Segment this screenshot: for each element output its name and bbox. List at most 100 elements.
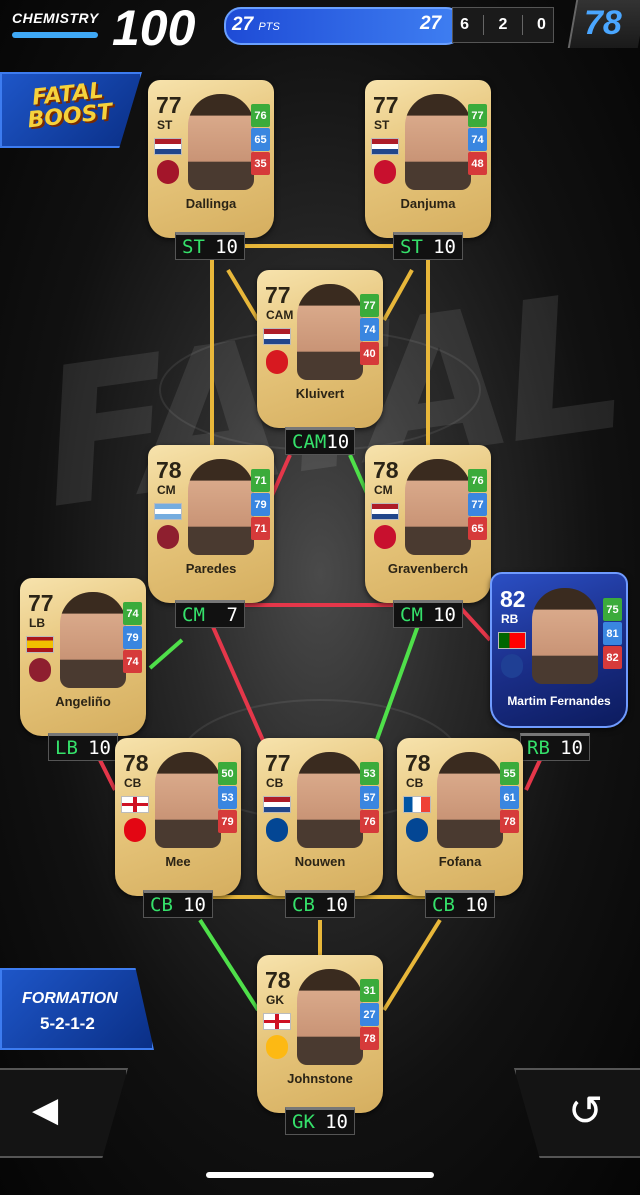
player-name: Gravenberch xyxy=(387,561,469,576)
stat-value: 71 xyxy=(251,517,270,540)
tag-chemistry: 10 xyxy=(433,236,456,258)
tag-position: CM xyxy=(400,604,423,626)
player-position: CB xyxy=(124,776,142,790)
player-stats: 50 53 79 xyxy=(218,762,237,834)
nation-flag-icon xyxy=(26,636,54,653)
player-card-paredes[interactable]: 78 CM 71 79 71 Paredes xyxy=(148,445,274,603)
tag-position: CM xyxy=(182,604,205,626)
stat-value: 79 xyxy=(218,810,237,833)
nation-flag-icon xyxy=(154,503,182,520)
stat-value: 27 xyxy=(360,1003,379,1026)
player-stats: 74 79 74 xyxy=(123,602,142,674)
player-card-angelino[interactable]: 77 LB 74 79 74 Angeliño xyxy=(20,578,146,736)
stat-value: 76 xyxy=(251,104,270,127)
player-name: Fofana xyxy=(438,854,482,869)
tag-chemistry: 7 xyxy=(226,604,238,626)
points-right-value: 27 xyxy=(420,13,442,34)
club-badge-icon xyxy=(157,160,179,184)
nation-flag-icon xyxy=(263,328,291,345)
player-card-mee[interactable]: 78 CB 50 53 79 Mee xyxy=(115,738,241,896)
stat-value: 40 xyxy=(360,342,379,365)
home-indicator xyxy=(206,1172,434,1178)
player-portrait xyxy=(405,94,471,190)
stat-value: 79 xyxy=(251,493,270,516)
stat-value: 50 xyxy=(218,762,237,785)
tag-position: CAM xyxy=(292,431,327,453)
club-badge-icon xyxy=(29,658,51,682)
count-2: 2 xyxy=(498,16,508,33)
player-name: Dallinga xyxy=(185,196,237,211)
stat-value: 53 xyxy=(360,762,379,785)
stat-value: 81 xyxy=(603,622,622,645)
player-card-fernandes[interactable]: 82 RB 75 81 82 Martim Fernandes xyxy=(490,572,628,728)
formation-value: 5-2-1-2 xyxy=(40,1014,95,1033)
player-portrait xyxy=(297,752,363,848)
tag-position: ST xyxy=(182,236,205,258)
position-tag-johnstone: GK 10 xyxy=(285,1107,355,1135)
player-name: Paredes xyxy=(185,561,237,576)
player-portrait xyxy=(297,284,363,380)
player-stats: 77 74 48 xyxy=(468,104,487,176)
player-stats: 71 79 71 xyxy=(251,469,270,541)
chemistry-link xyxy=(373,619,422,746)
player-rating: 78 xyxy=(265,967,291,993)
player-card-dallinga[interactable]: 77 ST 76 65 35 Dallinga xyxy=(148,80,274,238)
stat-value: 79 xyxy=(123,626,142,649)
tag-chemistry: 10 xyxy=(325,1111,348,1133)
chemistry-bar xyxy=(12,32,98,38)
stat-value: 74 xyxy=(360,318,379,341)
position-tag-gravenberch: CM 10 xyxy=(393,600,463,628)
player-card-fofana[interactable]: 78 CB 55 61 78 Fofana xyxy=(397,738,523,896)
club-badge-icon xyxy=(406,818,428,842)
player-card-gravenberch[interactable]: 78 CM 76 77 65 Gravenberch xyxy=(365,445,491,603)
player-portrait xyxy=(297,969,363,1065)
player-portrait xyxy=(437,752,503,848)
player-rating: 78 xyxy=(123,750,149,776)
player-card-danjuma[interactable]: 77 ST 77 74 48 Danjuma xyxy=(365,80,491,238)
player-stats: 77 74 40 xyxy=(360,294,379,366)
player-stats: 76 65 35 xyxy=(251,104,270,176)
divider xyxy=(521,15,523,35)
stat-value: 74 xyxy=(123,602,142,625)
chemistry-link xyxy=(524,759,542,791)
position-tag-kluivert: CAM 10 xyxy=(285,427,355,455)
tag-chemistry: 10 xyxy=(183,894,206,916)
stat-value: 78 xyxy=(360,1027,379,1050)
player-name: Kluivert xyxy=(295,386,345,401)
player-card-johnstone[interactable]: 78 GK 31 27 78 Johnstone xyxy=(257,955,383,1113)
club-badge-icon xyxy=(374,525,396,549)
points-label: 27 PTS xyxy=(232,14,280,36)
formation-button[interactable] xyxy=(0,968,154,1050)
tag-chemistry: 10 xyxy=(433,604,456,626)
position-tag-fernandes: RB 10 xyxy=(520,733,590,761)
player-stats: 55 61 78 xyxy=(500,762,519,834)
tag-position: CB xyxy=(150,894,173,916)
player-card-nouwen[interactable]: 77 CB 53 57 76 Nouwen xyxy=(257,738,383,896)
stat-value: 65 xyxy=(251,128,270,151)
player-portrait xyxy=(188,94,254,190)
player-portrait xyxy=(155,752,221,848)
player-name: Martim Fernandes xyxy=(507,694,611,708)
tag-position: LB xyxy=(55,737,78,759)
tag-position: RB xyxy=(527,737,550,759)
player-rating: 78 xyxy=(405,750,431,776)
chemistry-label: CHEMISTRY xyxy=(12,10,99,26)
count-3: 0 xyxy=(536,16,546,33)
nation-flag-icon xyxy=(403,796,431,813)
tag-position: CB xyxy=(432,894,455,916)
stat-value: 65 xyxy=(468,517,487,540)
counts-box: 6 2 0 xyxy=(452,7,554,43)
player-rating: 82 xyxy=(500,586,526,612)
player-name: Nouwen xyxy=(294,854,346,869)
player-rating: 78 xyxy=(156,457,182,483)
player-card-kluivert[interactable]: 77 CAM 77 74 40 Kluivert xyxy=(257,270,383,428)
nation-flag-icon xyxy=(263,1013,291,1030)
formation-label: FORMATION xyxy=(22,990,118,1007)
player-position: RB xyxy=(501,612,519,626)
player-name: Angeliño xyxy=(55,694,111,709)
player-rating: 77 xyxy=(265,282,291,308)
tag-chemistry: 10 xyxy=(560,737,583,759)
tag-chemistry: 10 xyxy=(88,737,111,759)
stat-value: 76 xyxy=(468,469,487,492)
player-rating: 77 xyxy=(28,590,54,616)
